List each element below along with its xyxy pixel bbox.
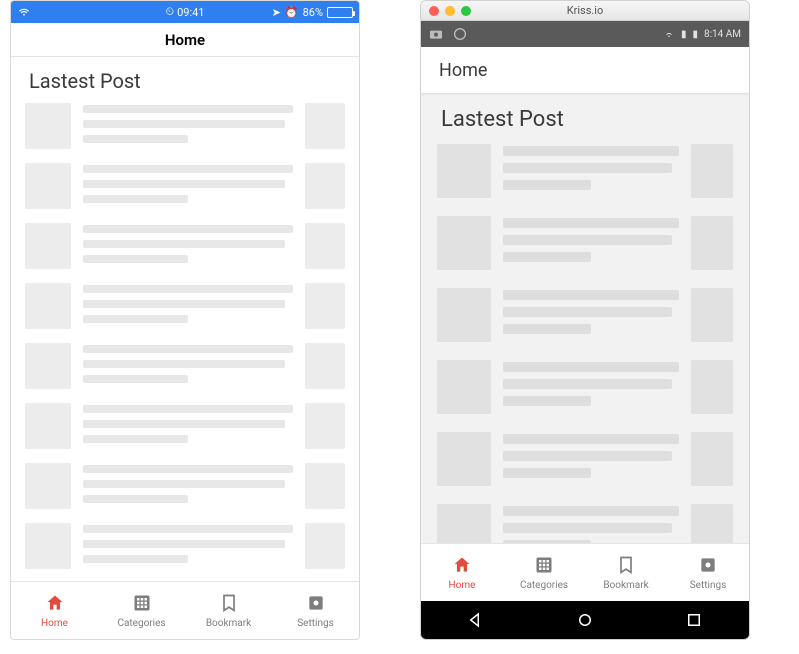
skeleton-list: [437, 144, 733, 543]
tab-settings[interactable]: Settings: [272, 582, 359, 639]
skeleton-item: [437, 144, 733, 198]
tab-home[interactable]: Home: [11, 582, 98, 639]
home-icon: [452, 555, 472, 578]
section-title: Lastest Post: [29, 69, 345, 93]
tab-categories[interactable]: Categories: [503, 544, 585, 601]
tab-label: Bookmark: [603, 580, 648, 591]
power-icon[interactable]: [451, 25, 469, 43]
tab-label: Settings: [690, 580, 727, 591]
bookmark-icon: [219, 593, 239, 616]
skeleton-item: [25, 283, 345, 329]
tab-label: Settings: [297, 618, 334, 629]
skeleton-item: [25, 403, 345, 449]
iphone-frame: ⏲ 09:41 ➤ ⏰ 86% Home Lastest Post: [10, 0, 360, 640]
ios-navbar: Home: [11, 23, 359, 57]
skeleton-thumb: [305, 103, 345, 149]
tab-label: Categories: [520, 580, 568, 591]
skeleton-thumb: [25, 103, 71, 149]
tab-categories[interactable]: Categories: [98, 582, 185, 639]
tab-label: Home: [449, 580, 476, 591]
mac-window: Kriss.io ▮ ▮ 8:14 AM Home Lastest Post: [420, 0, 750, 640]
skeleton-item: [437, 360, 733, 414]
grid-icon: [132, 593, 152, 616]
skeleton-item: [25, 523, 345, 569]
recents-icon[interactable]: [684, 610, 704, 630]
location-icon: ➤: [272, 6, 281, 19]
tab-label: Bookmark: [206, 618, 251, 629]
back-icon[interactable]: [466, 610, 486, 630]
skeleton-item: [25, 223, 345, 269]
emulator-toolbar: ▮ ▮ 8:14 AM: [421, 21, 749, 47]
page-title: Home: [439, 60, 487, 81]
home-icon: [45, 593, 65, 616]
bookmark-icon: [616, 555, 636, 578]
wifi-icon: [663, 27, 675, 42]
skeleton-item: [25, 103, 345, 149]
android-appbar: Home: [421, 47, 749, 93]
skeleton-list: [25, 103, 345, 569]
tab-home[interactable]: Home: [421, 544, 503, 601]
tab-label: Categories: [117, 618, 165, 629]
status-time: 09:41: [177, 6, 204, 19]
grid-icon: [534, 555, 554, 578]
content-area[interactable]: Lastest Post: [11, 57, 359, 581]
skeleton-item: [437, 432, 733, 486]
tab-bookmark[interactable]: Bookmark: [585, 544, 667, 601]
tabbar: Home Categories Bookmark Settings: [421, 543, 749, 601]
zoom-icon[interactable]: [461, 6, 471, 16]
window-title: Kriss.io: [567, 4, 604, 17]
close-icon[interactable]: [429, 6, 439, 16]
battery-icon: [327, 7, 353, 18]
page-title: Home: [165, 31, 205, 49]
signal-icon: ▮: [681, 29, 687, 40]
mac-titlebar: Kriss.io: [421, 1, 749, 21]
ios-clock-icon: ⏲: [166, 5, 175, 19]
minimize-icon[interactable]: [445, 6, 455, 16]
skeleton-item: [25, 463, 345, 509]
skeleton-item: [437, 288, 733, 342]
ios-statusbar: ⏲ 09:41 ➤ ⏰ 86%: [11, 1, 359, 23]
camera-icon[interactable]: [427, 25, 445, 43]
status-time: 8:14 AM: [704, 29, 741, 40]
skeleton-item: [437, 216, 733, 270]
skeleton-item: [25, 163, 345, 209]
alarm-icon: ⏰: [285, 6, 299, 19]
gear-icon: [306, 593, 326, 616]
home-circle-icon[interactable]: [575, 610, 595, 630]
tabbar: Home Categories Bookmark Settings: [11, 581, 359, 639]
wifi-icon: [17, 4, 31, 21]
android-system-navbar: [421, 601, 749, 639]
skeleton-item: [25, 343, 345, 389]
skeleton-item: [437, 504, 733, 543]
content-area[interactable]: Lastest Post: [421, 93, 749, 543]
tab-bookmark[interactable]: Bookmark: [185, 582, 272, 639]
gear-icon: [698, 555, 718, 578]
section-title: Lastest Post: [441, 107, 733, 132]
android-screen: Home Lastest Post: [421, 47, 749, 639]
status-battery-pct: 86%: [303, 6, 323, 19]
battery-icon: ▮: [692, 29, 698, 40]
tab-settings[interactable]: Settings: [667, 544, 749, 601]
tab-label: Home: [41, 618, 68, 629]
